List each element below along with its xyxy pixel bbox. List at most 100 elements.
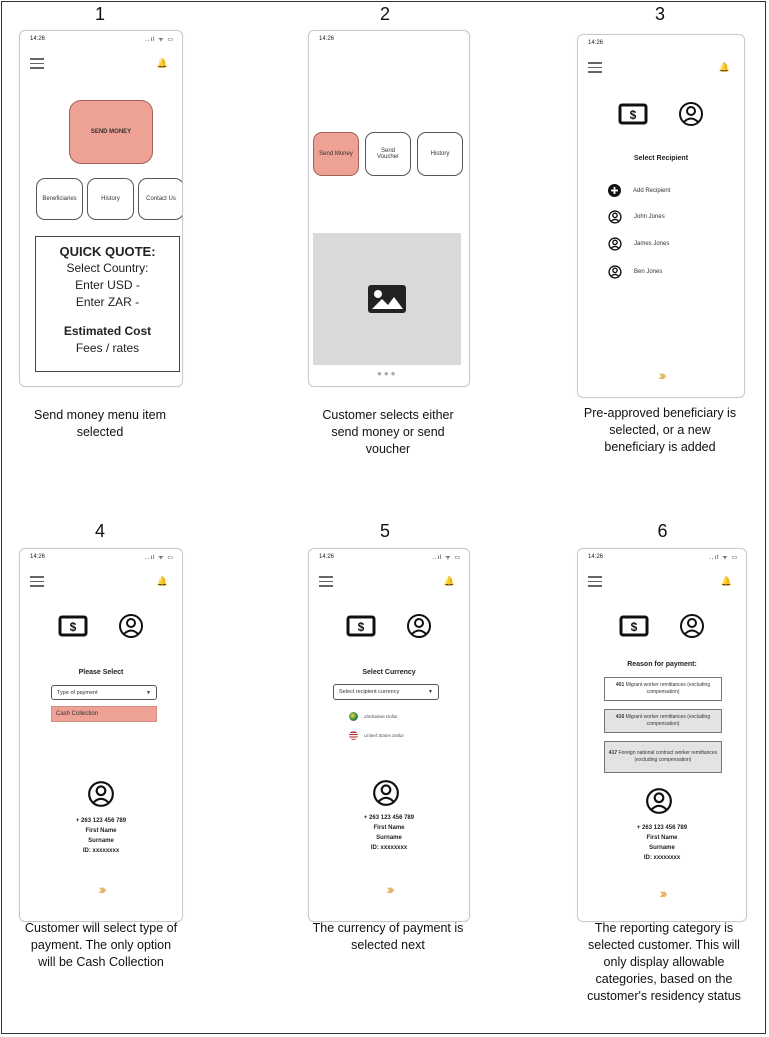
profile-details: + 263 123 456 789 First Name Surname ID:… <box>20 816 182 856</box>
next-chevron-icon[interactable]: ››› <box>20 881 182 897</box>
currency-option[interactable]: Zimbabwe Dollar <box>349 712 398 721</box>
reason-text: 401 Migrant worker remittances (excludin… <box>607 682 719 696</box>
bell-icon[interactable]: 🔔 <box>719 62 730 73</box>
button-label: History <box>430 151 450 157</box>
send-money-button[interactable]: SEND MONEY <box>69 100 153 164</box>
reason-label: Migrant worker remittances (excluding co… <box>625 714 711 727</box>
reason-label: Foreign national contract worker remitta… <box>618 750 718 763</box>
status-icons: ..ıl ᯤ ▭ <box>145 37 174 43</box>
cash-collection-option[interactable]: Cash Collection <box>51 706 157 722</box>
status-icons: ..ıl ᯤ ▭ <box>145 555 174 561</box>
select-recipient-title: Select Recipient <box>633 155 689 162</box>
currency-option[interactable]: United States Dollar <box>349 731 404 740</box>
payment-type-select[interactable]: Type of payment ▼ <box>51 685 157 700</box>
reason-code: 401 <box>615 682 625 688</box>
hamburger-menu-icon[interactable] <box>30 58 44 69</box>
currency-select[interactable]: Select recipient currency ▼ <box>333 684 439 700</box>
phone-mockup: 14:26 ..ıl ᯤ ▭ 🔔 SEND MONEY Beneficiarie… <box>19 30 183 387</box>
user-icon <box>608 210 622 224</box>
step-3: 3 14:26 🔔 $ Select Recipient Add Recipie… <box>575 0 745 460</box>
currency-name: United States Dollar <box>364 733 405 738</box>
recipient-row[interactable]: John Jones <box>608 210 665 224</box>
step-2: 2 14:26 Send Money Send Voucher History … <box>300 0 470 456</box>
next-chevron-icon[interactable]: ››› <box>309 881 469 897</box>
user-profile-icon <box>119 614 143 638</box>
hamburger-menu-icon[interactable] <box>588 62 602 73</box>
phone-number: + 263 123 456 789 <box>636 825 688 831</box>
select-currency-title: Select Currency <box>362 669 416 676</box>
phone-mockup: 14:26 ..ıl ᯤ ▭ 🔔 $ Please Select Type of… <box>19 548 183 922</box>
bell-icon[interactable]: 🔔 <box>444 576 455 587</box>
button-label: Send Money <box>319 151 353 157</box>
select-country-field[interactable]: Select Country: <box>36 260 179 277</box>
step-caption: Customer will select type of payment. Th… <box>24 921 178 969</box>
button-label: Send Voucher <box>376 148 400 160</box>
bell-icon[interactable]: 🔔 <box>721 576 732 587</box>
usa-flag-icon <box>349 731 358 740</box>
profile-details: + 263 123 456 789 First Name Surname ID:… <box>578 823 746 863</box>
select-placeholder: Type of payment <box>57 689 98 696</box>
please-select-title: Please Select <box>78 669 124 676</box>
header-icons: $ <box>309 613 469 639</box>
status-icons: ..ıl ᯤ ▭ <box>432 555 461 561</box>
id-number: ID: xxxxxxxx <box>643 855 681 861</box>
recipient-row[interactable]: James Jones <box>608 237 669 251</box>
image-icon <box>368 285 406 313</box>
send-voucher-button[interactable]: Send Voucher <box>365 132 411 176</box>
money-icon: $ <box>619 615 649 637</box>
status-icons: ..ıl ᯤ ▭ <box>709 555 738 561</box>
zimbabwe-flag-icon <box>349 712 358 721</box>
step-6: 6 14:26 ..ıl ᯤ ▭ 🔔 $ Reason for payment:… <box>575 515 750 1025</box>
step-number: 1 <box>94 4 105 24</box>
money-icon: $ <box>618 103 648 125</box>
next-chevron-icon[interactable]: ››› <box>578 885 746 901</box>
bell-icon[interactable]: 🔔 <box>157 58 168 69</box>
phone-mockup: 14:26 🔔 $ Select Recipient Add Recipient… <box>577 34 745 398</box>
send-money-label: SEND MONEY <box>90 129 132 135</box>
beneficiaries-button[interactable]: Beneficiaries <box>36 178 83 220</box>
add-recipient-row[interactable]: Add Recipient <box>608 184 670 197</box>
send-money-button[interactable]: Send Money <box>313 132 359 176</box>
history-button[interactable]: History <box>417 132 463 176</box>
step-number: 4 <box>94 521 105 541</box>
option-label: Cash Collection <box>56 711 99 717</box>
reason-option[interactable]: 417 Foreign national contract worker rem… <box>604 741 722 773</box>
status-time: 14:26 <box>30 36 46 42</box>
hamburger-menu-icon[interactable] <box>319 576 333 587</box>
carousel-dots[interactable]: ●●● <box>377 369 398 378</box>
phone-mockup: 14:26 ..ıl ᯤ ▭ 🔔 $ Reason for payment: 4… <box>577 548 747 922</box>
step-number: 6 <box>657 521 668 541</box>
fees-rates-label: Fees / rates <box>75 341 140 355</box>
step-4: 4 14:26 ..ıl ᯤ ▭ 🔔 $ Please Select Type … <box>15 515 185 995</box>
svg-text:$: $ <box>70 620 77 634</box>
user-profile-icon <box>679 102 703 126</box>
id-number: ID: xxxxxxxx <box>82 848 120 854</box>
button-label: Contact Us <box>146 196 176 202</box>
svg-text:$: $ <box>358 620 365 634</box>
first-name: First Name <box>646 835 678 841</box>
enter-zar-field[interactable]: Enter ZAR - <box>36 294 179 311</box>
enter-usd-field[interactable]: Enter USD - <box>36 277 179 294</box>
recipient-name: Ben Jones <box>634 269 663 275</box>
reason-option[interactable]: 401 Migrant worker remittances (excludin… <box>604 677 722 701</box>
bell-icon[interactable]: 🔔 <box>157 576 168 587</box>
hamburger-menu-icon[interactable] <box>30 576 44 587</box>
user-profile-icon <box>373 780 399 806</box>
svg-text:$: $ <box>631 620 638 634</box>
button-label: Beneficiaries <box>42 196 77 202</box>
first-name: First Name <box>373 825 405 831</box>
history-button[interactable]: History <box>87 178 134 220</box>
recipient-row[interactable]: Ben Jones <box>608 265 662 279</box>
contact-us-button[interactable]: Contact Us <box>138 178 182 220</box>
svg-text:$: $ <box>630 108 637 122</box>
next-chevron-icon[interactable]: ››› <box>578 367 744 383</box>
money-icon: $ <box>58 615 88 637</box>
step-number: 3 <box>654 4 665 24</box>
reason-option[interactable]: 416 Migrant worker remittances (excludin… <box>604 709 722 733</box>
button-label: History <box>101 196 120 202</box>
surname: Surname <box>376 835 402 841</box>
reason-label: Migrant worker remittances (excluding co… <box>625 682 711 695</box>
hamburger-menu-icon[interactable] <box>588 576 602 587</box>
image-carousel[interactable] <box>313 233 461 365</box>
add-icon <box>608 184 621 197</box>
